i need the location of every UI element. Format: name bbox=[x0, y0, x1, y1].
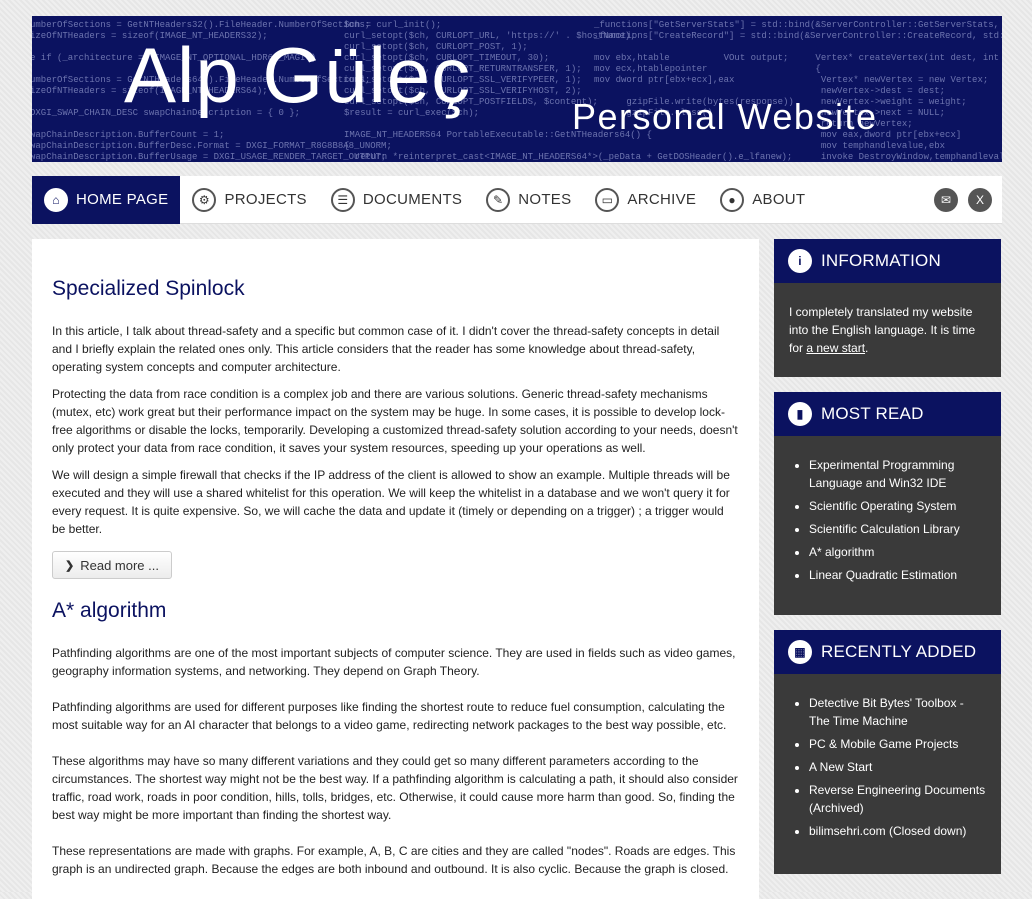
social-links: ✉ X bbox=[934, 187, 1002, 212]
widget-body: Detective Bit Bytes' Toolbox - The Time … bbox=[774, 674, 1001, 861]
nav-home[interactable]: ⌂ HOME PAGE bbox=[32, 175, 181, 224]
post-paragraph: Protecting the data from race condition … bbox=[52, 387, 738, 455]
read-more-button[interactable]: ❯ Read more ... bbox=[52, 551, 172, 579]
widget-recently-added: ▦ RECENTLY ADDED Detective Bit Bytes' To… bbox=[774, 630, 1001, 874]
post-paragraph: Pathfinding algorithms are one of the mo… bbox=[52, 646, 736, 678]
post-item: A* algorithm Pathfinding algorithms are … bbox=[52, 599, 739, 878]
read-more-label: Read more ... bbox=[80, 557, 159, 573]
widget-most-read: ▮ MOST READ Experimental Programming Lan… bbox=[774, 392, 1001, 615]
widget-body: Experimental Programming Language and Wi… bbox=[774, 436, 1001, 605]
site-banner: umberOfSections = GetNTHeaders32().FileH… bbox=[32, 16, 1002, 162]
widget-title: RECENTLY ADDED bbox=[821, 642, 977, 661]
list-item[interactable]: A New Start bbox=[809, 758, 986, 776]
nav-label: DOCUMENTS bbox=[362, 191, 463, 208]
widget-title: INFORMATION bbox=[821, 251, 941, 270]
chevron-right-icon: ❯ bbox=[65, 559, 75, 572]
list-item[interactable]: Reverse Engineering Documents (Archived) bbox=[809, 781, 986, 817]
folder-icon: ▭ bbox=[595, 187, 620, 212]
nav-about[interactable]: ● ABOUT bbox=[708, 176, 817, 224]
site-title[interactable]: Alp Güleç bbox=[124, 36, 471, 114]
recently-added-list: Detective Bit Bytes' Toolbox - The Time … bbox=[789, 694, 986, 840]
nav-label: ABOUT bbox=[752, 191, 806, 208]
post-paragraph: We will design a simple firewall that ch… bbox=[52, 468, 730, 536]
post-item: Specialized Spinlock In this article, I … bbox=[52, 277, 739, 599]
list-icon: ☰ bbox=[330, 187, 355, 212]
main-content: Specialized Spinlock In this article, I … bbox=[32, 239, 759, 899]
nav-documents[interactable]: ☰ DOCUMENTS bbox=[319, 176, 474, 224]
list-item[interactable]: Experimental Programming Language and Wi… bbox=[809, 456, 986, 492]
list-item[interactable]: bilimsehri.com (Closed down) bbox=[809, 822, 986, 840]
widget-header: ▦ RECENTLY ADDED bbox=[774, 630, 1001, 674]
most-read-list: Experimental Programming Language and Wi… bbox=[789, 456, 986, 584]
info-text-end: . bbox=[865, 341, 869, 355]
nav-label: PROJECTS bbox=[224, 191, 307, 208]
post-paragraph: These algorithms may have so many differ… bbox=[52, 754, 738, 822]
calendar-icon: ▦ bbox=[788, 640, 812, 664]
nav-archive[interactable]: ▭ ARCHIVE bbox=[583, 176, 708, 224]
user-icon: ● bbox=[720, 187, 745, 212]
list-item[interactable]: A* algorithm bbox=[809, 543, 986, 561]
widget-header: ▮ MOST READ bbox=[774, 392, 1001, 436]
nav-notes[interactable]: ✎ NOTES bbox=[474, 176, 583, 224]
post-paragraph: These representations are made with grap… bbox=[52, 844, 736, 876]
list-item[interactable]: Scientific Calculation Library bbox=[809, 520, 986, 538]
widget-header: i INFORMATION bbox=[774, 239, 1001, 283]
nav-label: ARCHIVE bbox=[627, 191, 697, 208]
post-title[interactable]: Specialized Spinlock bbox=[52, 277, 739, 301]
x-twitter-icon[interactable]: X bbox=[968, 187, 992, 212]
nav-projects[interactable]: ⚙ PROJECTS bbox=[180, 176, 318, 224]
post-paragraph: Pathfinding algorithms are used for diff… bbox=[52, 700, 727, 732]
post-title[interactable]: A* algorithm bbox=[52, 599, 739, 623]
site-subtitle: Personal Website bbox=[572, 96, 878, 137]
home-icon: ⌂ bbox=[44, 187, 68, 212]
gear-icon: ⚙ bbox=[192, 187, 217, 212]
nav-label: HOME PAGE bbox=[76, 191, 169, 208]
new-start-link[interactable]: a new start bbox=[806, 341, 865, 355]
list-item[interactable]: Detective Bit Bytes' Toolbox - The Time … bbox=[809, 694, 986, 730]
post-paragraph: In this article, I talk about thread-saf… bbox=[52, 324, 720, 374]
widget-title: MOST READ bbox=[821, 404, 924, 423]
mail-icon[interactable]: ✉ bbox=[934, 187, 958, 212]
list-item[interactable]: PC & Mobile Game Projects bbox=[809, 735, 986, 753]
main-nav: ⌂ HOME PAGE ⚙ PROJECTS ☰ DOCUMENTS ✎ NOT… bbox=[32, 175, 1002, 224]
bar-chart-icon: ▮ bbox=[788, 402, 812, 426]
list-item[interactable]: Scientific Operating System bbox=[809, 497, 986, 515]
widget-body: I completely translated my website into … bbox=[774, 283, 1001, 373]
widget-information: i INFORMATION I completely translated my… bbox=[774, 239, 1001, 377]
edit-icon: ✎ bbox=[486, 187, 511, 212]
info-icon: i bbox=[788, 249, 812, 273]
list-item[interactable]: Linear Quadratic Estimation bbox=[809, 566, 986, 584]
nav-label: NOTES bbox=[518, 191, 572, 208]
code-column-right: _functions["GetServerStats"] = std::bind… bbox=[594, 20, 1002, 162]
